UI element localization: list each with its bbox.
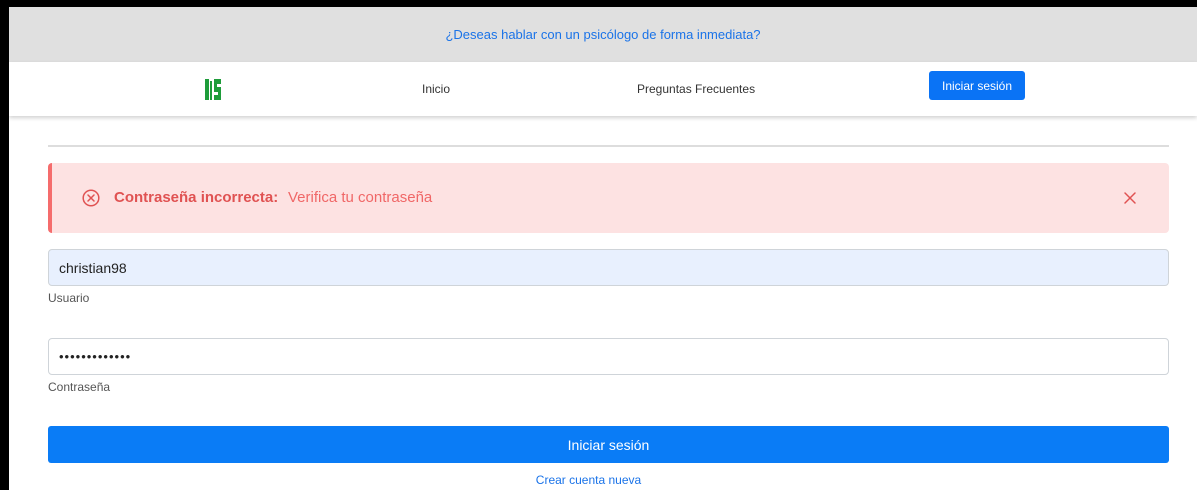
username-label: Usuario [48, 291, 90, 305]
close-icon[interactable] [1121, 189, 1139, 207]
content-divider [48, 145, 1169, 147]
university-logo-icon[interactable] [205, 78, 221, 101]
password-label: Contraseña [48, 380, 111, 394]
login-submit-button[interactable]: Iniciar sesión [48, 426, 1169, 463]
alert-message: Verifica tu contraseña [288, 189, 433, 206]
create-account-link[interactable]: Crear cuenta nueva [0, 473, 1187, 487]
alert-title: Contraseña incorrecta: [114, 189, 279, 206]
username-input[interactable]: christian98 [48, 249, 1169, 286]
nav-item-inicio[interactable]: Inicio [422, 62, 450, 116]
nav-item-faq[interactable]: Preguntas Frecuentes [637, 62, 755, 116]
top-banner: ¿Deseas hablar con un psicólogo de forma… [9, 7, 1197, 62]
nav-login-button[interactable]: Iniciar sesión [929, 71, 1025, 100]
password-input[interactable]: ••••••••••••• [48, 338, 1169, 375]
app-frame: ¿Deseas hablar con un psicólogo de forma… [9, 7, 1197, 490]
error-alert: Contraseña incorrecta: Verifica tu contr… [48, 163, 1169, 233]
immediate-psychologist-link[interactable]: ¿Deseas hablar con un psicólogo de forma… [445, 27, 760, 42]
error-circle-icon [82, 189, 100, 207]
navbar: Inicio Preguntas Frecuentes Iniciar sesi… [9, 62, 1197, 116]
